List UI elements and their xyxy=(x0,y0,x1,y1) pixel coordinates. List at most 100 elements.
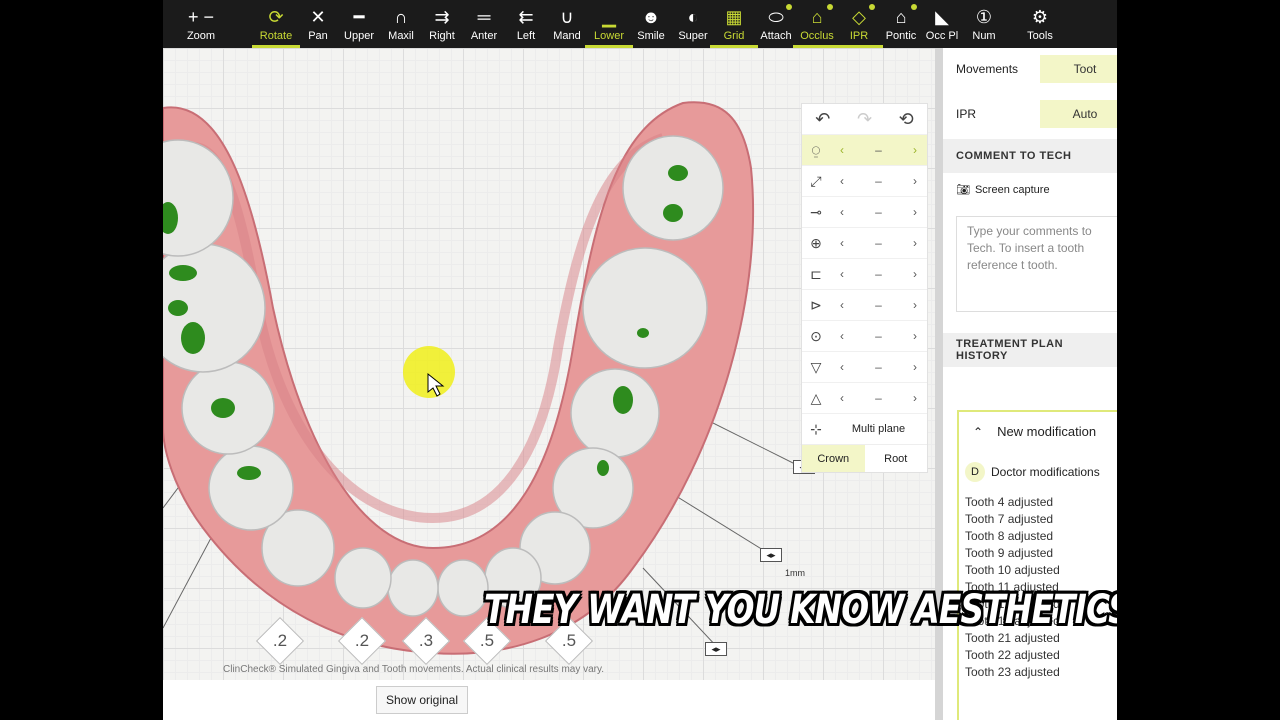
active-indicator-dot xyxy=(786,4,792,10)
increase-chevron-icon[interactable]: › xyxy=(903,143,927,157)
decrease-chevron-icon[interactable]: ‹ xyxy=(830,236,854,250)
movement-row: ⤢ ‹ – › xyxy=(802,165,927,196)
increase-chevron-icon[interactable]: › xyxy=(903,391,927,405)
adjusted-tooth-item: Tooth 10 adjusted xyxy=(965,563,1060,577)
adjusted-tooth-item: Tooth 22 adjusted xyxy=(965,648,1060,662)
new-modification-title: New modification xyxy=(997,424,1097,439)
toolbar-num-button[interactable]: ① Num xyxy=(960,0,1008,48)
toolbar-label: Maxil xyxy=(388,30,414,42)
screen-capture-label: Screen capture xyxy=(974,183,1050,196)
comment-to-tech-header: COMMENT TO TECH xyxy=(943,139,1117,173)
occlusal-plane-icon: ◣ xyxy=(935,6,949,27)
number-icon: ① xyxy=(975,6,993,27)
movements-select[interactable]: Toot xyxy=(1040,55,1117,83)
toolbar-ipr-button[interactable]: ◇ IPR xyxy=(835,0,883,48)
torque-icon: ▽ xyxy=(810,358,822,375)
inclination-icon: ⊙ xyxy=(810,327,822,344)
toolbar-label: Occ Pl xyxy=(925,30,959,42)
comment-textarea[interactable]: Type your comments to Tech. To insert a … xyxy=(956,216,1117,312)
movement-value: – xyxy=(875,391,882,405)
movement-row: ⍜ ‹ – › xyxy=(802,134,927,165)
show-original-button[interactable]: Show original xyxy=(376,686,468,714)
buccal-lingual-icon: ⊕ xyxy=(810,234,822,251)
toolbar-label: Occlus xyxy=(800,30,834,42)
smile-icon: ☻ xyxy=(641,6,661,27)
increase-chevron-icon[interactable]: › xyxy=(903,236,927,250)
translation-icon: ⤢ xyxy=(810,172,822,189)
ipr-select[interactable]: Auto xyxy=(1040,100,1117,128)
toolbar-upper-button[interactable]: ━ Upper xyxy=(335,0,383,48)
toolbar-anter-button[interactable]: ═ Anter xyxy=(460,0,508,48)
toolbar-label: Anter xyxy=(470,30,498,42)
pontic-icon: ⌂ xyxy=(895,6,907,27)
toolbar-smile-button[interactable]: ☻ Smile xyxy=(627,0,675,48)
redo-icon[interactable]: ↷ xyxy=(857,109,872,130)
increase-chevron-icon[interactable]: › xyxy=(903,267,927,281)
decrease-chevron-icon[interactable]: ‹ xyxy=(830,174,854,188)
reset-icon[interactable]: ⟲ xyxy=(899,109,914,130)
adjusted-tooth-item: Tooth 23 adjusted xyxy=(965,665,1060,679)
toolbar-label: Left xyxy=(516,30,536,42)
decrease-chevron-icon[interactable]: ‹ xyxy=(830,391,854,405)
toolbar-occlus-button[interactable]: ⌂ Occlus xyxy=(793,0,841,48)
new-modification-toggle[interactable]: ⌃ New modification xyxy=(973,424,1096,439)
attachment-icon: ⬭ xyxy=(768,6,784,27)
movement-value: – xyxy=(875,360,882,374)
toolbar-zoom-button[interactable]: + − Zoom xyxy=(177,0,225,48)
decrease-chevron-icon[interactable]: ‹ xyxy=(830,298,854,312)
increase-chevron-icon[interactable]: › xyxy=(903,174,927,188)
toolbar-mand-button[interactable]: ∪ Mand xyxy=(543,0,591,48)
increase-chevron-icon[interactable]: › xyxy=(903,298,927,312)
extrusion-icon: ⍜ xyxy=(811,141,821,158)
toolbar-label: Lower xyxy=(594,30,624,42)
doctor-modifications-row: D Doctor modifications xyxy=(965,462,1100,482)
mesial-distal-icon: ⊸ xyxy=(810,203,822,220)
toolbar-right-button[interactable]: ⇉ Right xyxy=(418,0,466,48)
toolbar-label: Upper xyxy=(344,30,374,42)
ipr-value-1: .2 xyxy=(272,631,288,650)
toolbar-label: Tools xyxy=(1027,30,1053,42)
grid-icon: ▦ xyxy=(725,6,743,27)
movement-panel-toolbar: ↶ ↷ ⟲ xyxy=(802,104,927,134)
rotate-icon: ⟳ xyxy=(268,6,284,27)
superimpose-icon: ◐ xyxy=(687,6,699,27)
decrease-chevron-icon[interactable]: ‹ xyxy=(830,143,854,157)
toolbar-rotate-button[interactable]: ⟳ Rotate xyxy=(252,0,300,48)
movement-row: ⊙ ‹ – › xyxy=(802,320,927,351)
toolbar-label: Pontic xyxy=(885,30,917,42)
space-indicator-3[interactable]: ◂▸ xyxy=(705,642,727,656)
right-view-icon: ⇉ xyxy=(434,6,450,27)
toolbar-label: Grid xyxy=(723,30,745,42)
3d-viewport[interactable]: .2 .2 .3 .5 .5 ◂▸ ◂▸ ◂▸ 1mm ClinCheck® S… xyxy=(163,48,935,680)
root-button[interactable]: Root xyxy=(865,445,928,472)
increase-chevron-icon[interactable]: › xyxy=(903,329,927,343)
decrease-chevron-icon[interactable]: ‹ xyxy=(830,329,854,343)
decrease-chevron-icon[interactable]: ‹ xyxy=(830,267,854,281)
movement-row: ▽ ‹ – › xyxy=(802,351,927,382)
movement-row: △ ‹ – › xyxy=(802,382,927,413)
movement-value: – xyxy=(875,143,882,157)
undo-icon[interactable]: ↶ xyxy=(815,109,830,130)
tip-icon: △ xyxy=(810,389,822,406)
increase-chevron-icon[interactable]: › xyxy=(903,360,927,374)
multi-plane-icon: ⊹ xyxy=(810,420,822,437)
zoom-plus-minus-icon: + − xyxy=(187,6,215,27)
lower-view-icon: ▁ xyxy=(602,6,616,27)
screen-capture-button[interactable]: 📷︎ Screen capture xyxy=(956,183,1050,197)
toolbar-tools-button[interactable]: ⚙ Tools xyxy=(1016,0,1064,48)
multi-plane-row[interactable]: ⊹ Multi plane xyxy=(802,413,927,444)
crown-button[interactable]: Crown xyxy=(802,445,865,472)
increase-chevron-icon[interactable]: › xyxy=(903,205,927,219)
decrease-chevron-icon[interactable]: ‹ xyxy=(830,205,854,219)
chevron-up-icon: ⌃ xyxy=(973,424,984,439)
decrease-chevron-icon[interactable]: ‹ xyxy=(830,360,854,374)
space-indicator-2[interactable]: ◂▸ xyxy=(760,548,782,562)
pan-cross-icon: ✕ xyxy=(310,6,326,27)
toolbar-occ-pl-button[interactable]: ◣ Occ Pl xyxy=(918,0,966,48)
toolbar-label: IPR xyxy=(849,30,869,42)
movement-row: ⊸ ‹ – › xyxy=(802,196,927,227)
toolbar-label: Rotate xyxy=(259,30,293,42)
toolbar-lower-button[interactable]: ▁ Lower xyxy=(585,0,633,48)
treatment-plan-history-header[interactable]: TREATMENT PLAN HISTORY xyxy=(943,333,1117,367)
toolbar-grid-button[interactable]: ▦ Grid xyxy=(710,0,758,48)
